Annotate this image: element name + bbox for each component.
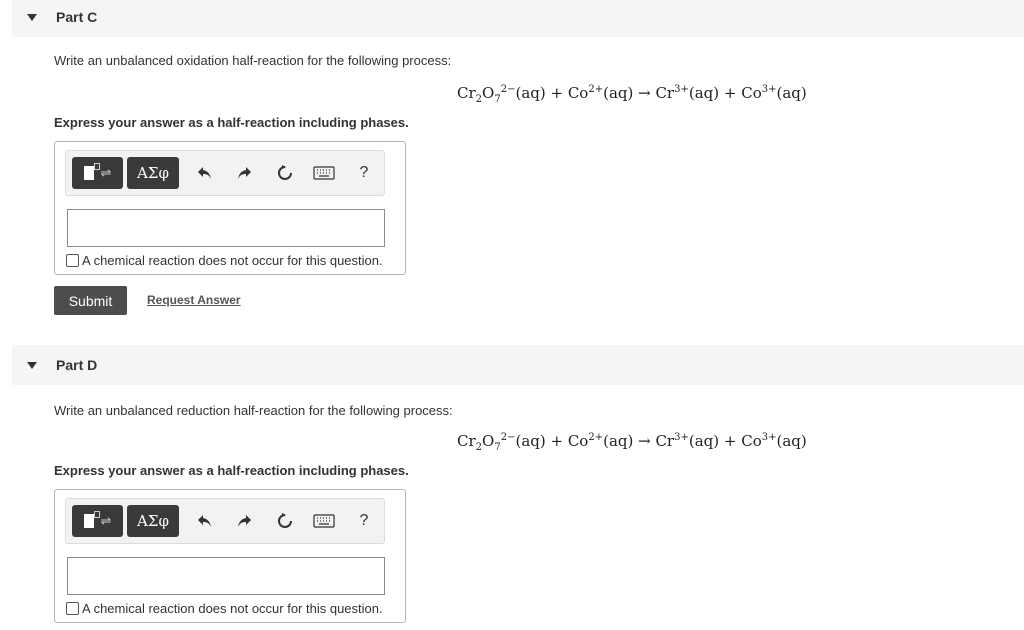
submit-button[interactable]: Submit xyxy=(54,286,127,315)
reset-icon[interactable] xyxy=(273,161,297,185)
part-c-equation: Cr2O72−(aq) + Co2+(aq) → Cr3+(aq) + Co3+… xyxy=(457,84,807,105)
request-answer-link[interactable]: Request Answer xyxy=(147,293,241,307)
part-d-instructions: Express your answer as a half-reaction i… xyxy=(54,463,409,478)
template-square-icon xyxy=(83,511,100,528)
templates-button[interactable]: ⇌ xyxy=(72,505,123,537)
help-icon[interactable]: ? xyxy=(352,509,376,533)
math-toolbar: ⇌ ΑΣφ ? xyxy=(65,498,385,544)
part-c-title: Part C xyxy=(56,9,98,25)
undo-icon[interactable] xyxy=(193,509,217,533)
part-d-prompt: Write an unbalanced reduction half-react… xyxy=(54,403,453,418)
help-icon[interactable]: ? xyxy=(352,161,376,185)
no-reaction-checkbox[interactable] xyxy=(66,254,79,267)
no-reaction-label: A chemical reaction does not occur for t… xyxy=(82,601,383,616)
part-d-title: Part D xyxy=(56,357,98,373)
keyboard-icon[interactable] xyxy=(312,509,336,533)
part-c-answer-box: ⇌ ΑΣφ ? A chemical reaction does not occ… xyxy=(54,141,406,275)
keyboard-icon[interactable] xyxy=(312,161,336,185)
part-d-equation: Cr2O72−(aq) + Co2+(aq) → Cr3+(aq) + Co3+… xyxy=(457,432,807,453)
equilibrium-arrows-icon: ⇌ xyxy=(100,165,112,180)
part-c-prompt: Write an unbalanced oxidation half-react… xyxy=(54,53,452,68)
part-c-header[interactable]: Part C xyxy=(12,0,1024,37)
part-c-instructions: Express your answer as a half-reaction i… xyxy=(54,115,409,130)
undo-icon[interactable] xyxy=(193,161,217,185)
no-reaction-checkbox-row[interactable]: A chemical reaction does not occur for t… xyxy=(66,601,383,616)
collapse-caret-icon[interactable] xyxy=(27,361,37,369)
answer-input[interactable] xyxy=(67,209,385,247)
templates-button[interactable]: ⇌ xyxy=(72,157,123,189)
part-d-answer-box: ⇌ ΑΣφ ? A chemical reaction does not occ… xyxy=(54,489,406,623)
symbols-button[interactable]: ΑΣφ xyxy=(127,157,179,189)
no-reaction-checkbox[interactable] xyxy=(66,602,79,615)
template-square-icon xyxy=(83,163,100,180)
redo-icon[interactable] xyxy=(232,161,256,185)
no-reaction-label: A chemical reaction does not occur for t… xyxy=(82,253,383,268)
part-d-header[interactable]: Part D xyxy=(12,345,1024,385)
answer-input[interactable] xyxy=(67,557,385,595)
reset-icon[interactable] xyxy=(273,509,297,533)
equilibrium-arrows-icon: ⇌ xyxy=(100,513,112,528)
math-toolbar: ⇌ ΑΣφ ? xyxy=(65,150,385,196)
no-reaction-checkbox-row[interactable]: A chemical reaction does not occur for t… xyxy=(66,253,383,268)
collapse-caret-icon[interactable] xyxy=(27,13,37,21)
symbols-button[interactable]: ΑΣφ xyxy=(127,505,179,537)
redo-icon[interactable] xyxy=(232,509,256,533)
